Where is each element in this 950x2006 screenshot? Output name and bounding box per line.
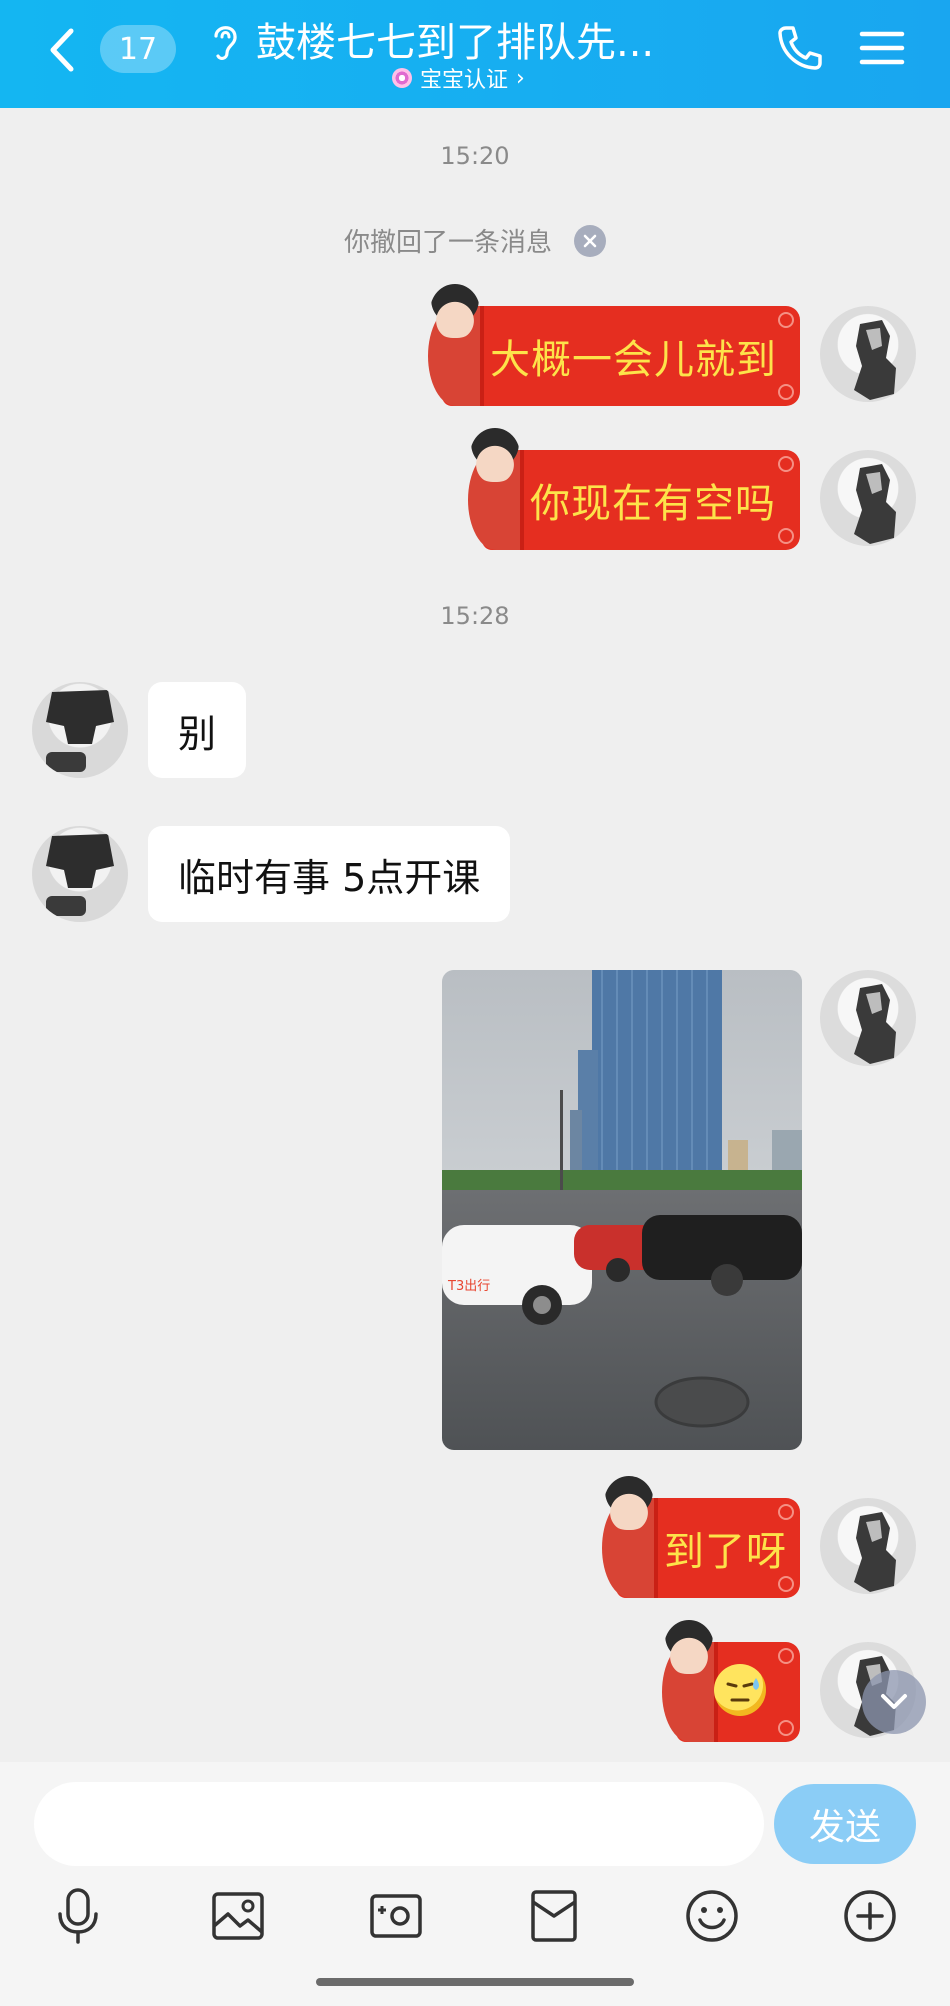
emoji-icon: [686, 1890, 738, 1942]
sweat-emoji-icon: [714, 1664, 766, 1716]
contact-avatar[interactable]: [32, 826, 128, 922]
sticker-message[interactable]: 你现在有空吗: [468, 428, 800, 550]
my-avatar[interactable]: [820, 450, 916, 546]
text-message[interactable]: 临时有事 5点开课: [148, 826, 511, 922]
photo-button[interactable]: [208, 1886, 268, 1946]
chevron-down-icon: [881, 1694, 907, 1709]
voice-button[interactable]: [48, 1886, 108, 1946]
call-button[interactable]: [774, 22, 826, 74]
timestamp: 15:28: [440, 602, 510, 630]
hamburger-menu-icon: [859, 31, 905, 65]
contact-avatar[interactable]: [32, 682, 128, 778]
lollipop-icon: [392, 68, 412, 88]
phone-icon: [778, 26, 822, 70]
image-message[interactable]: T3出行: [442, 970, 802, 1450]
unread-badge[interactable]: 17: [100, 25, 176, 73]
my-avatar[interactable]: [820, 1498, 916, 1594]
cartoon-face-icon: [604, 1476, 654, 1530]
sticker-text: 到了呀: [664, 1529, 787, 1575]
more-button[interactable]: [840, 1886, 900, 1946]
chevron-right-icon: ›: [516, 65, 525, 91]
certification-link[interactable]: 宝宝认证 ›: [392, 62, 525, 94]
plus-icon: [844, 1890, 896, 1942]
sticker-text: 你现在有空吗: [530, 481, 776, 527]
close-icon[interactable]: [574, 224, 606, 257]
chevron-left-icon: [50, 28, 74, 72]
my-avatar[interactable]: [820, 306, 916, 402]
street-photo: T3出行: [442, 970, 802, 1450]
red-packet-icon: [531, 1890, 577, 1942]
text-message[interactable]: 别: [148, 682, 247, 778]
camera-icon: [370, 1894, 422, 1938]
photo-sign: T3出行: [447, 1279, 490, 1294]
chat-header: 17 鼓楼七七到了排队先... 宝宝认证 ›: [0, 0, 950, 108]
recall-notice-text: 你撤回了一条消息: [343, 228, 552, 258]
message-input[interactable]: [34, 1782, 764, 1866]
menu-button[interactable]: [856, 22, 908, 74]
sticker-message[interactable]: 大概一会儿就到: [428, 284, 800, 406]
sticker-text: 大概一会儿就到: [490, 337, 777, 383]
image-icon: [212, 1892, 264, 1940]
chat-title[interactable]: 鼓楼七七到了排队先...: [256, 10, 654, 68]
certification-label: 宝宝认证: [420, 68, 509, 93]
red-packet-button[interactable]: [524, 1886, 584, 1946]
cartoon-face-icon: [664, 1620, 714, 1674]
ear-icon: [214, 26, 237, 60]
my-avatar[interactable]: [820, 970, 916, 1066]
sticker-message[interactable]: 到了呀: [602, 1476, 800, 1598]
cartoon-face-icon: [470, 428, 520, 482]
send-button[interactable]: 发送: [774, 1784, 916, 1864]
recall-notice: 你撤回了一条消息: [0, 222, 950, 259]
emoji-button[interactable]: [682, 1886, 742, 1946]
scroll-to-bottom-button[interactable]: [862, 1670, 926, 1734]
home-indicator[interactable]: [316, 1978, 634, 1986]
timestamp: 15:20: [440, 142, 510, 170]
back-button[interactable]: [40, 22, 84, 78]
cartoon-face-icon: [430, 284, 480, 338]
microphone-icon: [58, 1888, 98, 1944]
camera-button[interactable]: [366, 1886, 426, 1946]
